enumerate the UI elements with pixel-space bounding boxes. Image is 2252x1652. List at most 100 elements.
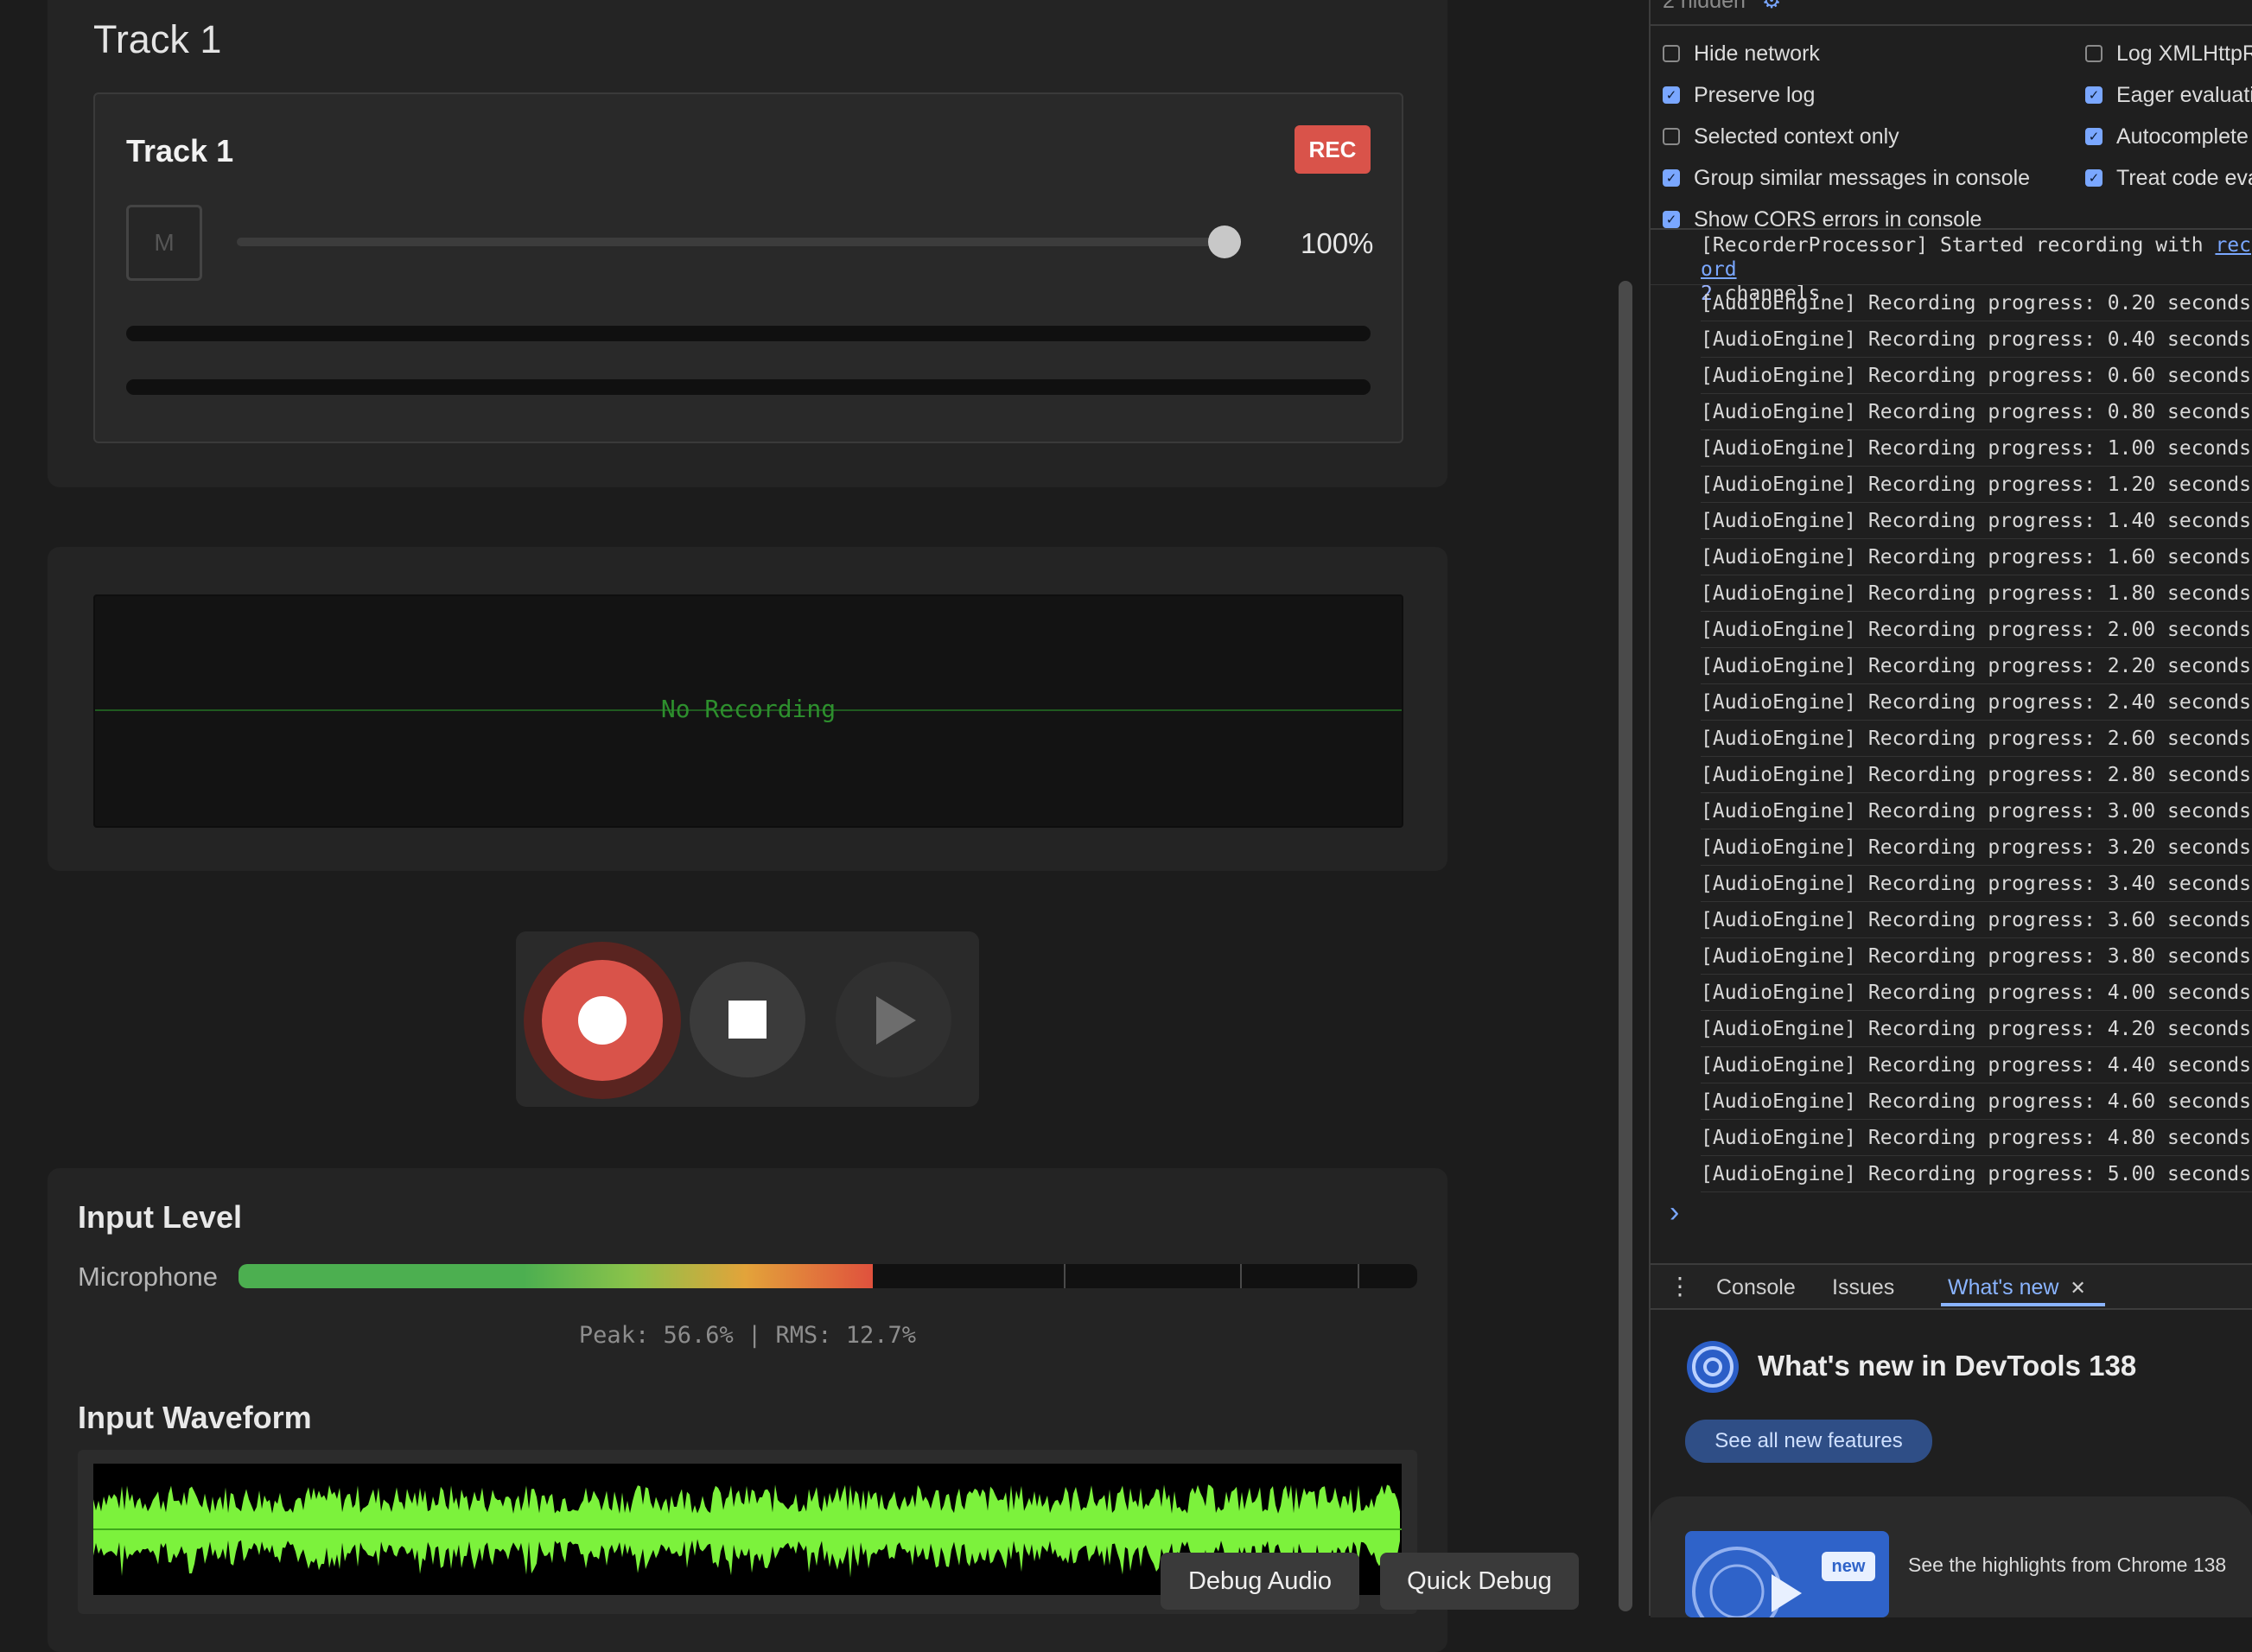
log-message: [AudioEngine] Recording progress: 0.20 s… <box>1701 291 2251 315</box>
new-badge: new <box>1822 1552 1875 1581</box>
setting-right-0[interactable]: Log XMLHttpR <box>2085 33 2252 74</box>
tab-whats-new[interactable]: What's new ✕ <box>1948 1275 2086 1300</box>
log-message: [AudioEngine] Recording progress: 0.40 s… <box>1701 327 2251 351</box>
input-level-fill <box>239 1264 873 1288</box>
checkbox-checked[interactable]: ✓ <box>1663 211 1680 228</box>
track-meter-right <box>126 379 1371 395</box>
console-log-row: [AudioEngine] Recording progress: 2.00 s… <box>1701 612 2252 648</box>
console-log-row: [AudioEngine] Recording progress: 3.00 s… <box>1701 793 2252 829</box>
play-button[interactable] <box>836 962 951 1077</box>
peak-rms-readout: Peak: 56.6% | RMS: 12.7% <box>578 1322 917 1349</box>
checkbox-checked[interactable]: ✓ <box>2085 128 2103 145</box>
console-log-row: [AudioEngine] Recording progress: 2.40 s… <box>1701 684 2252 721</box>
setting-label: Log XMLHttpR <box>2116 41 2252 66</box>
active-tab-underline <box>1941 1303 2105 1306</box>
highlights-text: See the highlights from Chrome 138 <box>1908 1554 2227 1576</box>
stop-button[interactable] <box>690 962 805 1077</box>
gear-icon[interactable]: ⚙ <box>1762 0 1781 13</box>
mute-button[interactable]: M <box>126 205 202 281</box>
console-log-row: [AudioEngine] Recording progress: 3.40 s… <box>1701 866 2252 902</box>
record-button[interactable] <box>542 960 663 1081</box>
setting-label: Hide network <box>1694 41 1820 66</box>
setting-right-2[interactable]: ✓ Autocomplete <box>2085 116 2252 157</box>
volume-slider-thumb[interactable] <box>1208 226 1241 258</box>
see-all-features-button[interactable]: See all new features <box>1685 1420 1932 1463</box>
volume-value: 100% <box>1301 227 1374 259</box>
record-arm-button[interactable]: REC <box>1295 125 1371 174</box>
console-log-list: [AudioEngine] Recording progress: 0.20 s… <box>1701 285 2252 1192</box>
log-message: [AudioEngine] Recording progress: 2.60 s… <box>1701 727 2251 750</box>
log-message: [AudioEngine] Recording progress: 5.00 s… <box>1701 1162 2251 1185</box>
console-log-row: [AudioEngine] Recording progress: 4.40 s… <box>1701 1047 2252 1083</box>
console-settings-left: Hide network ✓ Preserve log Selected contex… <box>1663 33 2030 240</box>
more-tabs-icon[interactable]: ⋮ <box>1668 1272 1692 1300</box>
meter-tick <box>1240 1264 1242 1288</box>
checkbox-unchecked[interactable] <box>1663 45 1680 62</box>
log-message: [AudioEngine] Recording progress: 4.40 s… <box>1701 1053 2251 1077</box>
setting-label: Group similar messages in console <box>1694 165 2031 190</box>
log-message: [AudioEngine] Recording progress: 3.20 s… <box>1701 836 2251 859</box>
checkbox-unchecked[interactable] <box>1663 128 1680 145</box>
log-message: [AudioEngine] Recording progress: 3.40 s… <box>1701 872 2251 895</box>
checkbox-checked[interactable]: ✓ <box>2085 86 2103 104</box>
devtools-panel: 2 hidden ⚙ Hide network ✓ Preserve log Sele… <box>1649 0 2252 1617</box>
log-message: [AudioEngine] Recording progress: 2.20 s… <box>1701 654 2251 677</box>
console-log-row: [AudioEngine] Recording progress: 1.60 s… <box>1701 539 2252 575</box>
meter-tick <box>1358 1264 1359 1288</box>
whats-new-title: What's new in DevTools 138 <box>1758 1350 2137 1382</box>
console-log-row: [AudioEngine] Recording progress: 4.20 s… <box>1701 1011 2252 1047</box>
setting-label: Preserve log <box>1694 82 1816 107</box>
console-prompt[interactable]: › <box>1670 1196 1679 1229</box>
console-log-row: [AudioEngine] Recording progress: 1.80 s… <box>1701 575 2252 612</box>
setting-right-1[interactable]: ✓ Eager evaluati <box>2085 74 2252 116</box>
tab-issues[interactable]: Issues <box>1832 1275 1894 1300</box>
log-message: [AudioEngine] Recording progress: 2.40 s… <box>1701 690 2251 714</box>
record-icon <box>578 996 627 1045</box>
close-icon[interactable]: ✕ <box>2070 1277 2085 1299</box>
track-name: Track 1 <box>126 133 234 168</box>
console-log-row: [AudioEngine] Recording progress: 5.00 s… <box>1701 1156 2252 1192</box>
setting-label: Autocomplete <box>2116 124 2249 149</box>
console-log-row: [AudioEngine] Recording progress: 4.80 s… <box>1701 1120 2252 1156</box>
highlights-card[interactable]: new See the highlights from Chrome 138 <box>1651 1496 2252 1617</box>
no-recording-label: No Recording <box>660 695 837 723</box>
setting-left-0[interactable]: Hide network <box>1663 33 2030 74</box>
console-log-row: [AudioEngine] Recording progress: 4.60 s… <box>1701 1083 2252 1120</box>
log-message: [AudioEngine] Recording progress: 0.60 s… <box>1701 364 2251 387</box>
setting-left-3[interactable]: ✓ Group similar messages in console <box>1663 157 2030 199</box>
log-message: [AudioEngine] Recording progress: 4.00 s… <box>1701 981 2251 1004</box>
console-log-row: [AudioEngine] Recording progress: 0.20 s… <box>1701 285 2252 321</box>
log-message: [AudioEngine] Recording progress: 1.80 s… <box>1701 581 2251 605</box>
console-log-row: [AudioEngine] Recording progress: 1.00 s… <box>1701 430 2252 467</box>
app-scrollbar-thumb[interactable] <box>1619 281 1632 1611</box>
input-waveform-centerline <box>93 1528 1402 1530</box>
microphone-label: Microphone <box>78 1261 218 1292</box>
log-message: [AudioEngine] Recording progress: 1.00 s… <box>1701 436 2251 460</box>
input-level-title: Input Level <box>78 1199 243 1235</box>
setting-left-2[interactable]: Selected context only <box>1663 116 2030 157</box>
hidden-count-text: 2 hidden <box>1663 0 1746 13</box>
checkbox-checked[interactable]: ✓ <box>1663 86 1680 104</box>
setting-left-1[interactable]: ✓ Preserve log <box>1663 74 2030 116</box>
log-message: [AudioEngine] Recording progress: 3.80 s… <box>1701 944 2251 968</box>
log-message: [AudioEngine] Recording progress: 4.20 s… <box>1701 1017 2251 1040</box>
setting-right-3[interactable]: ✓ Treat code eva <box>2085 157 2252 199</box>
checkbox-checked[interactable]: ✓ <box>2085 169 2103 187</box>
track-card: Track 1 REC M 100% <box>93 92 1403 443</box>
log-message: [AudioEngine] Recording progress: 1.20 s… <box>1701 473 2251 496</box>
console-log-row: [AudioEngine] Recording progress: 2.60 s… <box>1701 721 2252 757</box>
tab-console[interactable]: Console <box>1716 1275 1796 1300</box>
log-message: [AudioEngine] Recording progress: 1.60 s… <box>1701 545 2251 569</box>
recording-waveform-canvas: No Recording <box>93 594 1403 828</box>
console-log-row: [AudioEngine] Recording progress: 0.40 s… <box>1701 321 2252 358</box>
debug-audio-button[interactable]: Debug Audio <box>1161 1553 1359 1610</box>
checkbox-checked[interactable]: ✓ <box>1663 169 1680 187</box>
log-message: [AudioEngine] Recording progress: 1.40 s… <box>1701 509 2251 532</box>
checkbox-unchecked[interactable] <box>2085 45 2103 62</box>
quick-debug-button[interactable]: Quick Debug <box>1380 1553 1579 1610</box>
volume-slider[interactable] <box>237 238 1213 246</box>
drawer-tabbar: ⋮ Console Issues What's new ✕ <box>1651 1263 2252 1310</box>
console-log-row: [AudioEngine] Recording progress: 1.20 s… <box>1701 467 2252 503</box>
play-icon <box>876 996 916 1045</box>
log-text: [RecorderProcessor] Started recording wi… <box>1701 234 2216 257</box>
